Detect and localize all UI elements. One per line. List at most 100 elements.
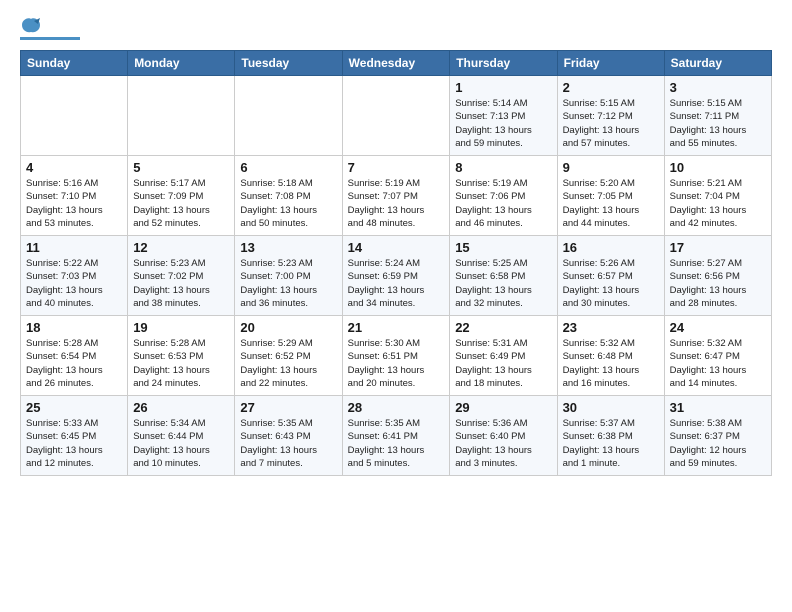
table-row: 30 Sunrise: 5:37 AM Sunset: 6:38 PM Dayli… [557,396,664,476]
day-number: 6 [240,160,336,175]
day-number: 12 [133,240,229,255]
table-row: 5 Sunrise: 5:17 AM Sunset: 7:09 PM Daylig… [128,156,235,236]
day-info: Sunrise: 5:15 AM Sunset: 7:11 PM Dayligh… [670,97,766,150]
day-info: Sunrise: 5:17 AM Sunset: 7:09 PM Dayligh… [133,177,229,230]
day-info: Sunrise: 5:31 AM Sunset: 6:49 PM Dayligh… [455,337,551,390]
day-number: 23 [563,320,659,335]
logo-underline [20,37,80,40]
day-number: 16 [563,240,659,255]
day-info: Sunrise: 5:25 AM Sunset: 6:58 PM Dayligh… [455,257,551,310]
day-number: 25 [26,400,122,415]
table-row: 7 Sunrise: 5:19 AM Sunset: 7:07 PM Daylig… [342,156,450,236]
day-number: 19 [133,320,229,335]
table-row: 19 Sunrise: 5:28 AM Sunset: 6:53 PM Dayli… [128,316,235,396]
table-row: 27 Sunrise: 5:35 AM Sunset: 6:43 PM Dayli… [235,396,342,476]
page: Sunday Monday Tuesday Wednesday Thursday… [0,0,792,486]
day-number: 1 [455,80,551,95]
day-number: 24 [670,320,766,335]
calendar-week-row: 4Sunrise: 5:16 AM Sunset: 7:10 PM Daylig… [21,156,772,236]
table-row: 17 Sunrise: 5:27 AM Sunset: 6:56 PM Dayli… [664,236,771,316]
day-info: Sunrise: 5:32 AM Sunset: 6:47 PM Dayligh… [670,337,766,390]
table-row: 10 Sunrise: 5:21 AM Sunset: 7:04 PM Dayli… [664,156,771,236]
day-number: 28 [348,400,445,415]
calendar-week-row: 1 Sunrise: 5:14 AM Sunset: 7:13 PM Daylig… [21,76,772,156]
day-info: Sunrise: 5:27 AM Sunset: 6:56 PM Dayligh… [670,257,766,310]
calendar-week-row: 25 Sunrise: 5:33 AM Sunset: 6:45 PM Dayli… [21,396,772,476]
logo-bird-icon [20,17,42,35]
day-number: 15 [455,240,551,255]
day-number: 30 [563,400,659,415]
logo [20,16,80,40]
table-row: 15 Sunrise: 5:25 AM Sunset: 6:58 PM Dayli… [450,236,557,316]
day-info: Sunrise: 5:15 AM Sunset: 7:12 PM Dayligh… [563,97,659,150]
table-row: 8Sunrise: 5:19 AM Sunset: 7:06 PM Daylig… [450,156,557,236]
day-info: Sunrise: 5:30 AM Sunset: 6:51 PM Dayligh… [348,337,445,390]
table-row: 24 Sunrise: 5:32 AM Sunset: 6:47 PM Dayli… [664,316,771,396]
table-row [21,76,128,156]
day-info: Sunrise: 5:34 AM Sunset: 6:44 PM Dayligh… [133,417,229,470]
day-number: 3 [670,80,766,95]
table-row: 31 Sunrise: 5:38 AM Sunset: 6:37 PM Dayli… [664,396,771,476]
day-info: Sunrise: 5:32 AM Sunset: 6:48 PM Dayligh… [563,337,659,390]
day-info: Sunrise: 5:18 AM Sunset: 7:08 PM Dayligh… [240,177,336,230]
day-number: 2 [563,80,659,95]
day-number: 13 [240,240,336,255]
day-info: Sunrise: 5:37 AM Sunset: 6:38 PM Dayligh… [563,417,659,470]
day-info: Sunrise: 5:28 AM Sunset: 6:53 PM Dayligh… [133,337,229,390]
header-friday: Friday [557,51,664,76]
header-thursday: Thursday [450,51,557,76]
table-row: 6 Sunrise: 5:18 AM Sunset: 7:08 PM Daylig… [235,156,342,236]
day-number: 17 [670,240,766,255]
day-info: Sunrise: 5:24 AM Sunset: 6:59 PM Dayligh… [348,257,445,310]
day-info: Sunrise: 5:38 AM Sunset: 6:37 PM Dayligh… [670,417,766,470]
day-number: 22 [455,320,551,335]
day-info: Sunrise: 5:28 AM Sunset: 6:54 PM Dayligh… [26,337,122,390]
calendar-week-row: 11 Sunrise: 5:22 AM Sunset: 7:03 PM Dayli… [21,236,772,316]
day-number: 11 [26,240,122,255]
day-number: 18 [26,320,122,335]
day-number: 9 [563,160,659,175]
header-sunday: Sunday [21,51,128,76]
day-number: 27 [240,400,336,415]
header-tuesday: Tuesday [235,51,342,76]
day-info: Sunrise: 5:26 AM Sunset: 6:57 PM Dayligh… [563,257,659,310]
day-number: 31 [670,400,766,415]
table-row: 21 Sunrise: 5:30 AM Sunset: 6:51 PM Dayli… [342,316,450,396]
day-number: 8 [455,160,551,175]
day-info: Sunrise: 5:35 AM Sunset: 6:41 PM Dayligh… [348,417,445,470]
day-info: Sunrise: 5:35 AM Sunset: 6:43 PM Dayligh… [240,417,336,470]
table-row: 13 Sunrise: 5:23 AM Sunset: 7:00 PM Dayli… [235,236,342,316]
calendar: Sunday Monday Tuesday Wednesday Thursday… [20,50,772,476]
day-number: 7 [348,160,445,175]
table-row: 29 Sunrise: 5:36 AM Sunset: 6:40 PM Dayli… [450,396,557,476]
table-row: 22 Sunrise: 5:31 AM Sunset: 6:49 PM Dayli… [450,316,557,396]
table-row [235,76,342,156]
day-info: Sunrise: 5:23 AM Sunset: 7:00 PM Dayligh… [240,257,336,310]
day-info: Sunrise: 5:21 AM Sunset: 7:04 PM Dayligh… [670,177,766,230]
calendar-header-row: Sunday Monday Tuesday Wednesday Thursday… [21,51,772,76]
day-number: 29 [455,400,551,415]
header-monday: Monday [128,51,235,76]
header-wednesday: Wednesday [342,51,450,76]
day-number: 4 [26,160,122,175]
calendar-week-row: 18 Sunrise: 5:28 AM Sunset: 6:54 PM Dayli… [21,316,772,396]
table-row [342,76,450,156]
table-row: 12Sunrise: 5:23 AM Sunset: 7:02 PM Dayli… [128,236,235,316]
table-row: 9 Sunrise: 5:20 AM Sunset: 7:05 PM Daylig… [557,156,664,236]
table-row: 23 Sunrise: 5:32 AM Sunset: 6:48 PM Dayli… [557,316,664,396]
day-info: Sunrise: 5:14 AM Sunset: 7:13 PM Dayligh… [455,97,551,150]
day-number: 21 [348,320,445,335]
table-row: 26Sunrise: 5:34 AM Sunset: 6:44 PM Dayli… [128,396,235,476]
day-info: Sunrise: 5:36 AM Sunset: 6:40 PM Dayligh… [455,417,551,470]
day-info: Sunrise: 5:29 AM Sunset: 6:52 PM Dayligh… [240,337,336,390]
day-info: Sunrise: 5:20 AM Sunset: 7:05 PM Dayligh… [563,177,659,230]
day-info: Sunrise: 5:22 AM Sunset: 7:03 PM Dayligh… [26,257,122,310]
table-row: 4Sunrise: 5:16 AM Sunset: 7:10 PM Daylig… [21,156,128,236]
table-row: 25 Sunrise: 5:33 AM Sunset: 6:45 PM Dayli… [21,396,128,476]
header [20,16,772,40]
day-info: Sunrise: 5:33 AM Sunset: 6:45 PM Dayligh… [26,417,122,470]
day-number: 10 [670,160,766,175]
day-number: 5 [133,160,229,175]
table-row: 28 Sunrise: 5:35 AM Sunset: 6:41 PM Dayli… [342,396,450,476]
day-info: Sunrise: 5:19 AM Sunset: 7:07 PM Dayligh… [348,177,445,230]
